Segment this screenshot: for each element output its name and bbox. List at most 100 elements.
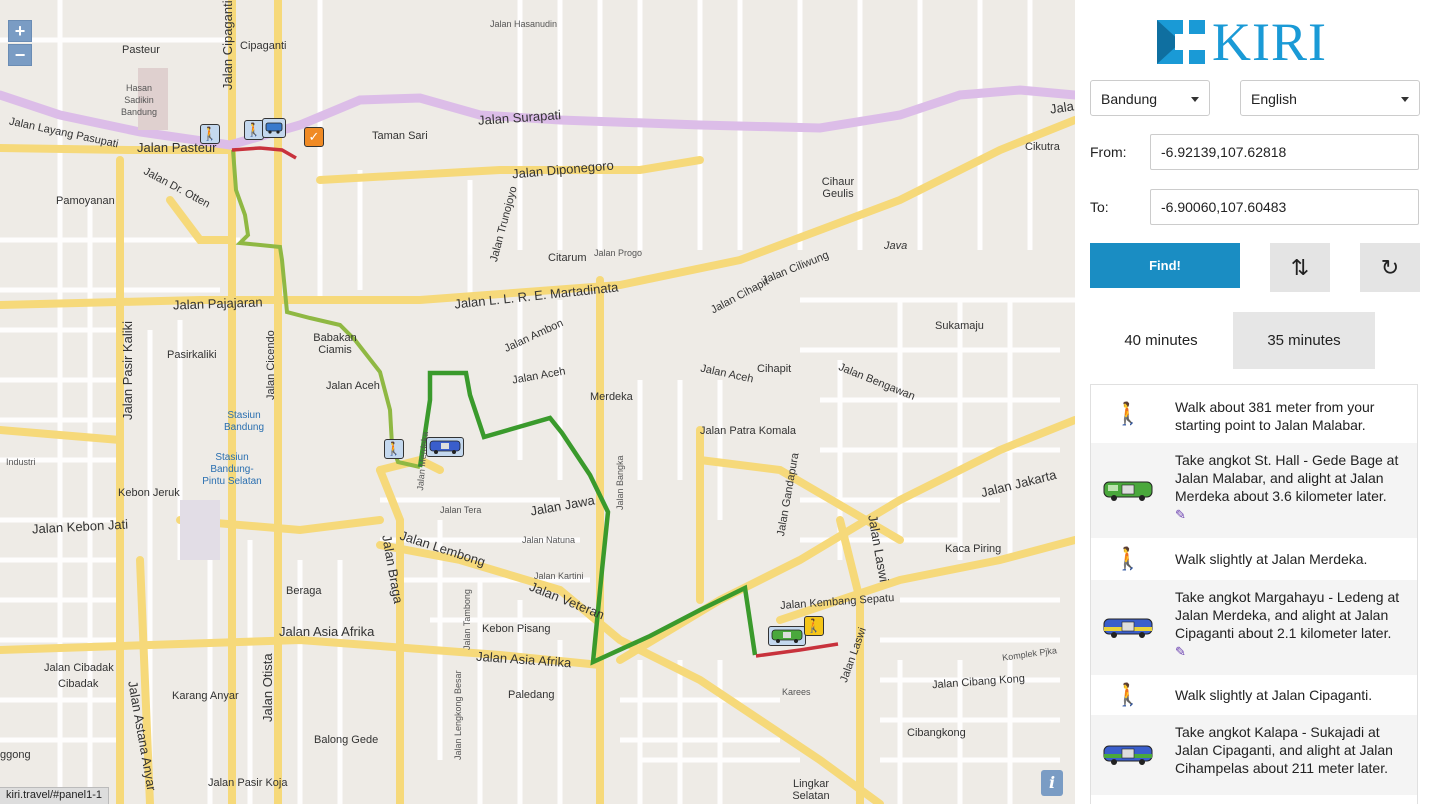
- place-label: Paledang: [508, 689, 555, 701]
- place-label: Cipaganti: [240, 40, 287, 52]
- street-label: Jalan Kartini: [534, 571, 584, 581]
- walk-icon: 🚶: [1114, 546, 1142, 571]
- logo-text: KIRI: [1212, 12, 1327, 72]
- kiri-logo: KIRI: [1157, 14, 1357, 70]
- place-label: Kaca Piring: [945, 543, 1002, 555]
- chevron-down-icon: [1401, 97, 1409, 102]
- from-label: From:: [1090, 144, 1127, 160]
- street-label: Jalan Cibadak: [44, 662, 114, 674]
- status-bar-url: kiri.travel/#panel1-1: [0, 787, 109, 804]
- place-label: Cibadak: [58, 678, 99, 690]
- place-label: Hasan Sadikin Bandung: [120, 83, 158, 117]
- chevron-down-icon: [1191, 97, 1199, 102]
- place-label: Beraga: [286, 585, 322, 597]
- from-input[interactable]: -6.92139,107.62818: [1150, 134, 1419, 170]
- info-button[interactable]: i: [1041, 770, 1063, 796]
- walk-icon: 🚶: [1114, 401, 1142, 426]
- route-step[interactable]: 🚶 Walk slightly at Jalan Merdeka.: [1091, 538, 1417, 580]
- route-step[interactable]: Take angkot St. Hall - Gede Bage at Jala…: [1091, 443, 1417, 538]
- street-label: Jalan Cipaganti: [220, 0, 235, 90]
- reset-icon: ↻: [1380, 255, 1400, 280]
- zoom-out-button[interactable]: −: [8, 44, 32, 66]
- place-label: Stasiun Bandung: [223, 410, 265, 433]
- to-label: To:: [1090, 199, 1109, 215]
- street-label: Jalan Pasir Kaliki: [120, 321, 135, 420]
- place-label: Kebon Pisang: [482, 623, 551, 635]
- route-step-text: Take angkot St. Hall - Gede Bage at Jala…: [1175, 452, 1399, 504]
- walk-marker-icon[interactable]: 🚶: [244, 120, 264, 140]
- route-step-text: Walk slightly at Jalan Merdeka.: [1175, 551, 1368, 567]
- tab-route-1[interactable]: 40 minutes: [1090, 312, 1232, 369]
- angkot-blue-icon: [1091, 715, 1165, 795]
- map-view[interactable]: Pasteur Cipaganti Hasan Sadikin Bandung …: [0, 0, 1075, 804]
- street-label: Jalan Natuna: [522, 535, 576, 545]
- place-label: Stasiun Bandung-Pintu Selatan: [202, 452, 262, 487]
- route-step[interactable]: 🚶 Walk slightly at Jalan Cipaganti.: [1091, 675, 1417, 715]
- place-label: Lingkar Selatan: [792, 778, 830, 802]
- place-label: Cikutra: [1025, 141, 1060, 153]
- angkot-marker-icon[interactable]: [426, 437, 464, 457]
- street-label: Jala: [1049, 98, 1075, 117]
- street-label: Jalan Aceh: [326, 380, 380, 392]
- logo-mark-icon: [1157, 20, 1205, 64]
- route-step[interactable]: Take angkot Kalapa - Sukajadi at Jalan C…: [1091, 715, 1417, 795]
- street-label: Jalan Patra Komala: [700, 425, 796, 437]
- zoom-in-button[interactable]: +: [8, 20, 32, 42]
- place-label: Babakan Ciamis: [313, 332, 357, 356]
- reset-button[interactable]: ↻: [1360, 243, 1420, 292]
- street-label: Jalan Pajajaran: [172, 294, 263, 313]
- city-select[interactable]: Bandung: [1090, 80, 1210, 116]
- walk-marker-icon[interactable]: 🚶: [200, 124, 220, 144]
- sidebar: KIRI Bandung English From: -6.92139,107.…: [1075, 0, 1434, 804]
- route-step-text: Walk about 381 meter from your starting …: [1175, 399, 1375, 433]
- language-select[interactable]: English: [1240, 80, 1420, 116]
- angkot-marker-icon[interactable]: [262, 118, 286, 138]
- edit-pencil-icon[interactable]: ✎: [1175, 645, 1186, 659]
- street-label: Jalan Pasir Koja: [208, 777, 288, 789]
- place-label: Sukamaju: [935, 320, 984, 332]
- place-label: Cihaur Geulis: [821, 176, 855, 200]
- place-label: Citarum: [548, 252, 587, 264]
- end-marker-icon[interactable]: ✓: [304, 127, 324, 147]
- place-label: Cibangkong: [907, 727, 966, 739]
- place-label: Pamoyanan: [56, 195, 115, 207]
- swap-button[interactable]: ⇅: [1270, 243, 1330, 292]
- route-step-text: Take angkot Margahayu - Ledeng at Jalan …: [1175, 589, 1400, 641]
- route-step[interactable]: 🚶 Walk about 381 meter from your startin…: [1091, 385, 1417, 443]
- street-label: Jalan Lengkong Besar: [453, 670, 463, 760]
- place-label: Cihapit: [757, 363, 792, 375]
- route-step[interactable]: Take angkot Margahayu - Ledeng at Jalan …: [1091, 580, 1417, 675]
- place-label: Karang Anyar: [172, 690, 239, 702]
- find-button[interactable]: Find!: [1090, 243, 1240, 288]
- street-label: Jalan Hasanudin: [490, 19, 558, 29]
- route-step-text: Take angkot Kalapa - Sukajadi at Jalan C…: [1175, 724, 1393, 776]
- city-select-value: Bandung: [1101, 91, 1158, 107]
- street-label: Jalan Tera: [440, 505, 482, 515]
- street-label: Jalan Cicendo: [265, 330, 277, 400]
- place-label: Merdeka: [590, 391, 633, 403]
- street-label: Jalan Otista: [260, 653, 275, 722]
- edit-pencil-icon[interactable]: ✎: [1175, 508, 1186, 522]
- route-steps-list: 🚶 Walk about 381 meter from your startin…: [1090, 384, 1418, 804]
- route-step-text: Walk slightly at Jalan Cipaganti.: [1175, 687, 1373, 703]
- language-select-value: English: [1251, 91, 1297, 107]
- to-input[interactable]: -6.90060,107.60483: [1150, 189, 1419, 225]
- angkot-blue-icon: [1091, 580, 1165, 675]
- tab-route-2[interactable]: 35 minutes: [1233, 312, 1375, 369]
- street-label: Industri: [6, 457, 36, 467]
- walk-marker-icon[interactable]: 🚶: [384, 439, 404, 459]
- place-label: Java: [884, 240, 908, 252]
- place-label: ggong: [0, 749, 31, 761]
- place-label: Pasteur: [122, 44, 160, 56]
- angkot-marker-icon[interactable]: [768, 626, 806, 646]
- street-label: Jalan Asia Afrika: [279, 624, 375, 639]
- place-label: Taman Sari: [372, 130, 428, 142]
- place-label: Pasirkaliki: [167, 349, 217, 361]
- angkot-green-icon: [1091, 443, 1165, 538]
- street-label: Karees: [782, 687, 811, 697]
- street-label: Jalan Bangka: [615, 455, 625, 510]
- street-label: Jalan Progo: [594, 248, 643, 258]
- start-marker-icon[interactable]: 🚶: [804, 616, 824, 636]
- swap-icon: ⇅: [1290, 255, 1310, 280]
- place-label: Balong Gede: [314, 734, 379, 746]
